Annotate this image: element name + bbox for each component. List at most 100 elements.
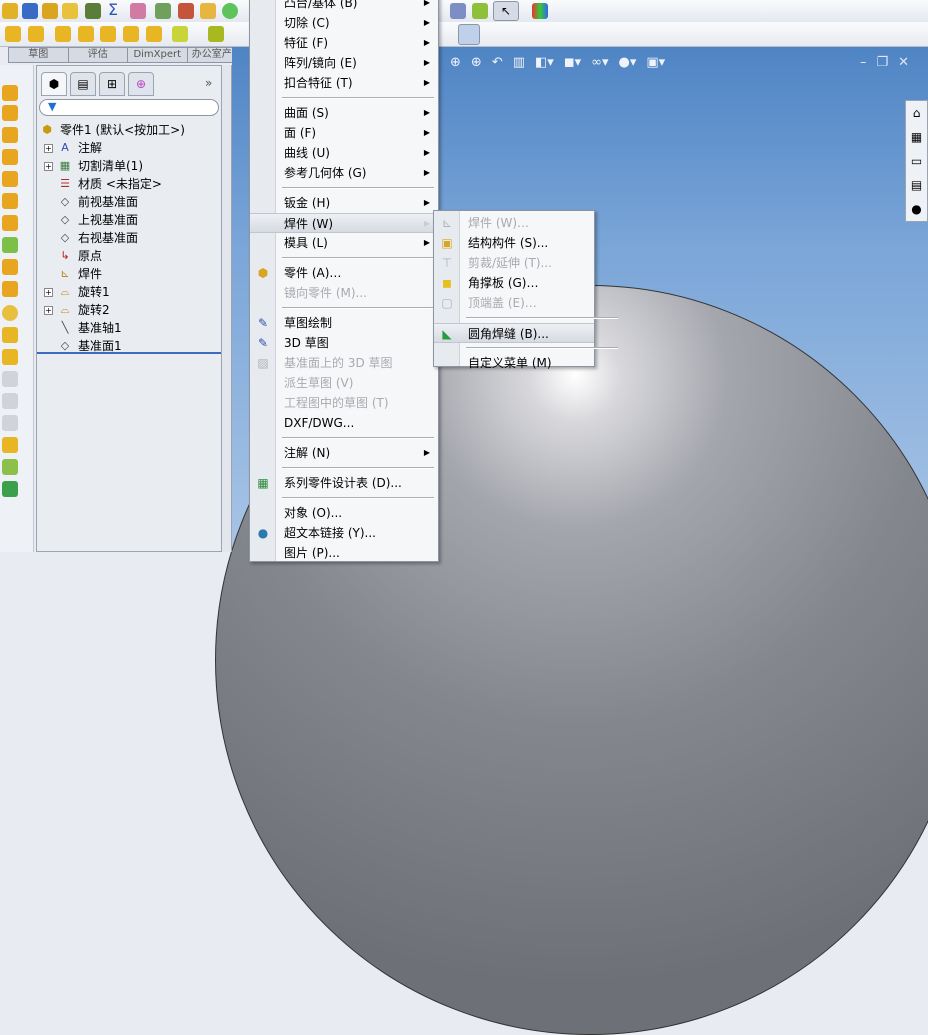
toolbar-icon[interactable] [2, 371, 18, 387]
view-palette-icon[interactable]: ▤ [906, 173, 927, 197]
menu-item[interactable]: 图片 (P)... [250, 543, 438, 563]
toolbar-icon[interactable] [85, 3, 101, 19]
expand-icon[interactable]: + [44, 305, 53, 315]
panel-more-button[interactable]: » [205, 76, 212, 90]
menu-item[interactable]: 镜向零件 (M)... [250, 283, 438, 303]
expand-icon[interactable]: + [44, 143, 53, 153]
toolbar-icon[interactable] [55, 26, 71, 42]
minimize-icon[interactable]: – [860, 55, 867, 70]
toolbar-icon[interactable] [2, 3, 18, 19]
menu-item[interactable]: ✎ 草图绘制 [250, 313, 438, 333]
menu-item[interactable]: ✎ 3D 草图 [250, 333, 438, 353]
panel-splitter[interactable] [222, 65, 232, 552]
tree-item[interactable]: + ▦ 切割清单(1) [37, 157, 221, 175]
menu-item[interactable]: 面 (F) ▶ [250, 123, 438, 143]
tree-item[interactable]: ↳ 原点 [37, 247, 221, 265]
zoom-to-area-icon[interactable]: ⊕ [471, 55, 482, 70]
toolbar-icon[interactable] [2, 237, 18, 253]
toolbar-icon[interactable] [2, 437, 18, 453]
toolbar-icon[interactable] [123, 26, 139, 42]
hide-show-icon[interactable]: ∞▾ [591, 55, 608, 70]
toolbar-icon[interactable] [2, 171, 18, 187]
tree-item[interactable]: ◇ 上视基准面 [37, 211, 221, 229]
toolbar-icon[interactable] [172, 26, 188, 42]
section-view-icon[interactable]: ▥ [513, 55, 525, 70]
tree-root[interactable]: ⬢ 零件1 (默认<按加工>) [37, 121, 221, 139]
menu-item[interactable]: ⬢ 零件 (A)… [250, 263, 438, 283]
toolbar-icon[interactable] [2, 281, 18, 297]
tree-item[interactable]: ◇ 右视基准面 [37, 229, 221, 247]
menu-item[interactable]: 曲线 (U) ▶ [250, 143, 438, 163]
menu-item[interactable]: 派生草图 (V) [250, 373, 438, 393]
toolbar-icon[interactable] [450, 3, 466, 19]
menu-item[interactable]: 参考几何体 (G) ▶ [250, 163, 438, 183]
table-icon[interactable] [155, 3, 171, 19]
display-style-icon[interactable]: ◼▾ [564, 55, 581, 70]
toolbar-icon[interactable] [2, 349, 18, 365]
tab-sketch[interactable]: 草图 [9, 48, 69, 62]
menu-item[interactable]: 工程图中的草图 (T) [250, 393, 438, 413]
tab-evaluate[interactable]: 评估 [69, 48, 128, 62]
check-icon[interactable] [62, 3, 78, 19]
toolbar-icon[interactable] [178, 3, 194, 19]
toolbar-icon[interactable] [2, 327, 18, 343]
toolbar-icon[interactable] [2, 149, 18, 165]
previous-view-icon[interactable]: ↶ [492, 55, 503, 70]
menu-item[interactable]: 钣金 (H) ▶ [250, 193, 438, 213]
configuration-manager-tab[interactable]: ⊞ [99, 72, 125, 96]
file-explorer-icon[interactable]: ▭ [906, 149, 927, 173]
close-icon[interactable]: ✕ [898, 55, 909, 70]
toolbar-icon[interactable] [2, 127, 18, 143]
menu-item[interactable]: 自定义菜单 (M) [434, 353, 594, 373]
menu-item[interactable]: ▦ 系列零件设计表 (D)... [250, 473, 438, 493]
menu-item[interactable]: 特征 (F) ▶ [250, 33, 438, 53]
tree-item[interactable]: ╲ 基准轴1 [37, 319, 221, 337]
menu-item[interactable]: 扣合特征 (T) ▶ [250, 73, 438, 93]
menu-item[interactable]: 焊件 (W) ▶ [250, 213, 438, 233]
toolbar-icon[interactable] [100, 26, 116, 42]
toolbar-icon[interactable] [2, 459, 18, 475]
tree-item[interactable]: ◇ 前视基准面 [37, 193, 221, 211]
menu-item[interactable]: 切除 (C) ▶ [250, 13, 438, 33]
tab-dimxpert[interactable]: DimXpert [128, 48, 188, 62]
toolbar-icon[interactable] [2, 393, 18, 409]
appearance-icon[interactable]: ●▾ [619, 55, 637, 70]
toolbar-icon[interactable] [78, 26, 94, 42]
menu-item[interactable]: ⊾ 焊件 (W)… [434, 213, 594, 233]
measure-icon[interactable] [458, 24, 480, 45]
toolbar-icon[interactable] [472, 3, 488, 19]
menu-item[interactable]: 对象 (O)... [250, 503, 438, 523]
menu-item[interactable]: 模具 (L) ▶ [250, 233, 438, 253]
toolbar-icon[interactable] [2, 105, 18, 121]
toolbar-icon[interactable] [2, 215, 18, 231]
feature-manager-tab[interactable]: ⬢ [41, 72, 67, 96]
menu-item[interactable]: 凸台/基体 (B) ▶ [250, 0, 438, 13]
zoom-to-fit-icon[interactable]: ⊕ [450, 55, 461, 70]
toolbar-icon[interactable] [200, 3, 216, 19]
tree-item[interactable]: + A 注解 [37, 139, 221, 157]
expand-icon[interactable]: + [44, 287, 53, 297]
design-library-icon[interactable]: ▦ [906, 125, 927, 149]
toolbar-icon[interactable] [146, 26, 162, 42]
menu-item[interactable]: DXF/DWG... [250, 413, 438, 433]
toolbar-icon[interactable] [5, 26, 21, 42]
pattern-icon[interactable] [208, 26, 224, 42]
menu-item[interactable]: ● 超文本链接 (Y)... [250, 523, 438, 543]
tree-item[interactable]: + ⌓ 旋转1 [37, 283, 221, 301]
expand-icon[interactable]: + [44, 161, 53, 171]
toolbar-icon[interactable] [2, 85, 18, 101]
tree-item[interactable]: ⊾ 焊件 [37, 265, 221, 283]
menu-item[interactable]: ▢ 顶端盖 (E)… [434, 293, 594, 313]
toolbar-icon[interactable] [42, 3, 58, 19]
menu-item[interactable]: 曲面 (S) ▶ [250, 103, 438, 123]
menu-item[interactable]: ◼ 角撑板 (G)… [434, 273, 594, 293]
home-icon[interactable]: ⌂ [906, 101, 927, 125]
dimxpert-manager-tab[interactable]: ⊕ [128, 72, 154, 96]
rollback-bar[interactable] [37, 352, 221, 354]
menu-item[interactable]: ▨ 基准面上的 3D 草图 [250, 353, 438, 373]
color-grid-icon[interactable] [532, 3, 548, 19]
toolbar-icon[interactable] [2, 415, 18, 431]
toolbar-icon[interactable] [2, 481, 18, 497]
tree-item[interactable]: ☰ 材质 <未指定> [37, 175, 221, 193]
menu-item[interactable]: ▣ 结构构件 (S)... [434, 233, 594, 253]
